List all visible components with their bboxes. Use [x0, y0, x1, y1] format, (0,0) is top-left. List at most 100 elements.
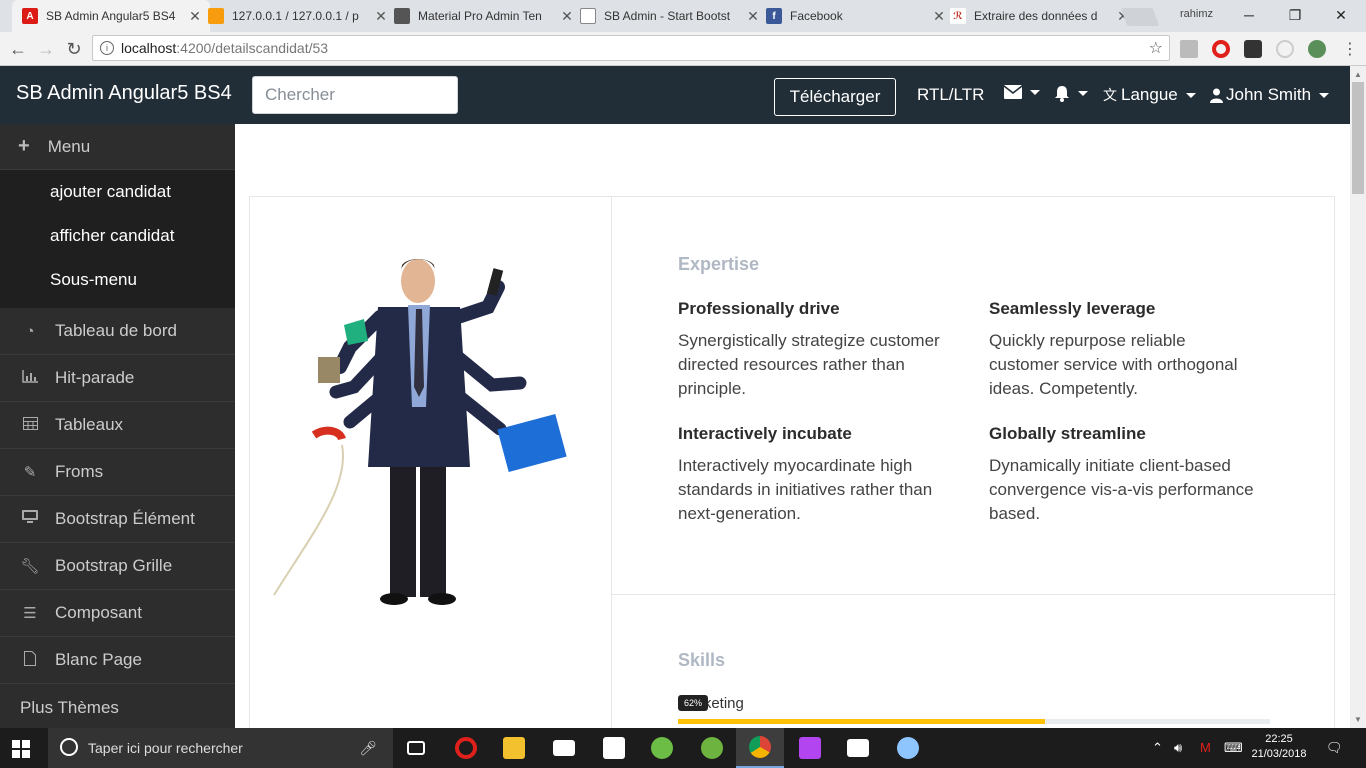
sidebar-item-blank-page[interactable]: Blanc Page [0, 637, 235, 684]
reload-icon[interactable]: ↻ [62, 37, 86, 61]
bookmark-star-icon[interactable]: ☆ [1149, 38, 1163, 58]
minimize-button[interactable]: ─ [1226, 0, 1272, 30]
browser-tab-extraire[interactable]: ℛ Extraire des données d ✕ [940, 0, 1138, 32]
plus-icon: + [18, 135, 30, 157]
notifications-dropdown[interactable] [1054, 85, 1088, 102]
tab-title: SB Admin Angular5 BS4 [46, 9, 176, 23]
expertise-item-text: Synergistically strategize customer dire… [678, 331, 940, 398]
angular-icon: A [22, 8, 38, 24]
microphone-icon[interactable]: 🎤︎ [359, 740, 377, 757]
info-icon[interactable]: i [100, 41, 114, 55]
opera-icon[interactable] [1212, 40, 1230, 58]
movies-icon[interactable] [834, 728, 882, 768]
dashboard-icon: ◔ [25, 322, 35, 340]
chrome-taskbar-icon[interactable] [736, 728, 784, 768]
tray-chevron-up-icon[interactable]: ⌃ [1152, 740, 1163, 756]
skill-progress-fill [678, 719, 1046, 724]
browser-tab-phpmyadmin[interactable]: 127.0.0.1 / 127.0.0.1 / p ✕ [198, 0, 396, 32]
notification-center-icon[interactable]: 🗨︎ [1326, 740, 1343, 756]
envelope-icon [1004, 85, 1022, 99]
sidebar-item-charts[interactable]: Hit-parade [0, 355, 235, 402]
candidate-card: Expertise Professionally drive Synergist… [249, 196, 1336, 757]
sidebar-item-label: Hit-parade [55, 368, 135, 387]
store-icon[interactable] [590, 728, 638, 768]
sidebar-item-component[interactable]: ☰ Composant [0, 590, 235, 637]
taskbar-search-placeholder: Taper ici pour rechercher [88, 740, 243, 756]
messages-dropdown[interactable] [1004, 85, 1040, 99]
sidebar-item-more-themes[interactable]: Plus Thèmes [0, 684, 235, 728]
sidebar-item-bootstrap-grid[interactable]: 🔧︎ Bootstrap Grille [0, 543, 235, 590]
sidebar-item-label: Froms [55, 462, 104, 481]
download-button[interactable]: Télécharger [774, 78, 896, 116]
back-icon[interactable]: ← [6, 37, 30, 61]
paint-icon[interactable] [884, 728, 932, 768]
sidebar-item-label: Plus Thèmes [20, 697, 119, 717]
volume-icon[interactable]: 🔊︎ [1174, 740, 1182, 756]
close-window-button[interactable]: ✕ [1318, 0, 1364, 30]
sidebar: + Menu ajouter candidat afficher candida… [0, 124, 235, 728]
address-bar[interactable]: i localhost:4200/detailscandidat/53 ☆ [92, 35, 1170, 61]
material-icon [394, 8, 410, 24]
forward-icon[interactable]: → [34, 37, 58, 61]
chevron-down-icon [1030, 89, 1040, 95]
facebook-icon: f [766, 8, 782, 24]
brand-title[interactable]: SB Admin Angular5 BS4 [16, 82, 232, 105]
language-tray-icon[interactable]: ⌨ [1224, 740, 1243, 756]
new-tab-button[interactable] [1120, 8, 1160, 26]
opera-taskbar-icon[interactable] [442, 728, 490, 768]
task-view-icon[interactable] [392, 728, 440, 768]
list-icon: ☰ [23, 605, 37, 622]
sidebar-item-label: Bootstrap Grille [55, 556, 173, 575]
extension-disabled-icon[interactable] [1276, 40, 1294, 58]
browser-tab-facebook[interactable]: f Facebook ✕ [756, 0, 954, 32]
sidebar-item-dashboard[interactable]: ◔ Tableau de bord [0, 308, 235, 355]
file-explorer-icon[interactable] [490, 728, 538, 768]
language-dropdown[interactable]: 文 Langue [1103, 85, 1196, 105]
browser-tab-sb-admin-start[interactable]: SB Admin - Start Bootst ✕ [570, 0, 768, 32]
sidebar-item-bootstrap-element[interactable]: Bootstrap Élément [0, 496, 235, 543]
tab-title: 127.0.0.1 / 127.0.0.1 / p [232, 9, 359, 23]
mail-icon[interactable] [540, 728, 588, 768]
sidebar-menu-toggle[interactable]: + Menu [0, 124, 235, 170]
utorrent-icon[interactable] [638, 728, 686, 768]
spring-icon[interactable] [688, 728, 736, 768]
scroll-up-icon[interactable]: ▲ [1354, 70, 1362, 79]
taskbar-search[interactable]: Taper ici pour rechercher 🎤︎ [48, 728, 393, 768]
search-input[interactable] [252, 76, 458, 114]
extension-badge-icon[interactable] [1244, 40, 1262, 58]
expertise-item: Interactively incubate Interactively myo… [678, 424, 948, 526]
sidebar-item-label: Bootstrap Élément [55, 509, 195, 528]
submenu-item-show-candidate[interactable]: afficher candidat [0, 214, 235, 258]
tray-app-icon[interactable]: M [1200, 740, 1211, 755]
sidebar-submenu: ajouter candidat afficher candidat Sous-… [0, 170, 235, 308]
url-path: :4200/detailscandidat/53 [176, 40, 329, 56]
scrollbar-thumb[interactable] [1352, 82, 1364, 194]
user-dropdown[interactable]: John Smith [1210, 85, 1330, 105]
extension-icon[interactable] [1180, 40, 1198, 58]
browser-profile-name[interactable]: rahimz [1180, 8, 1213, 20]
sidebar-item-tables[interactable]: Tableaux [0, 402, 235, 449]
submenu-item-sous-menu[interactable]: Sous-menu [0, 258, 235, 302]
browser-tab-sb-admin[interactable]: A SB Admin Angular5 BS4 ✕ [12, 0, 210, 32]
scroll-down-icon[interactable]: ▼ [1354, 715, 1362, 724]
chevron-down-icon [1078, 91, 1088, 96]
expertise-item: Professionally drive Synergistically str… [678, 299, 948, 401]
file-icon [20, 650, 40, 670]
vpn-icon[interactable] [1308, 40, 1326, 58]
submenu-item-add-candidate[interactable]: ajouter candidat [0, 170, 235, 214]
taskbar-clock[interactable]: 22:25 21/03/2018 [1245, 732, 1313, 762]
sidebar-item-forms[interactable]: ✎ Froms [0, 449, 235, 496]
phpstorm-icon[interactable] [786, 728, 834, 768]
windows-start-icon[interactable] [12, 740, 30, 758]
browser-tab-material-pro[interactable]: Material Pro Admin Ten ✕ [384, 0, 582, 32]
page-scrollbar[interactable]: ▲ ▼ [1350, 66, 1366, 728]
maximize-button[interactable]: ❐ [1272, 0, 1318, 30]
expertise-item-title: Globally streamline [989, 424, 1146, 443]
tab-title: Facebook [790, 9, 843, 23]
rtl-ltr-link[interactable]: RTL/LTR [917, 85, 984, 105]
browser-menu-icon[interactable]: ⋮ [1338, 37, 1362, 61]
bar-chart-icon [20, 369, 40, 387]
expertise-item-title: Seamlessly leverage [989, 299, 1156, 318]
expertise-item-title: Interactively incubate [678, 424, 852, 443]
expertise-item: Globally streamline Dynamically initiate… [989, 424, 1259, 526]
